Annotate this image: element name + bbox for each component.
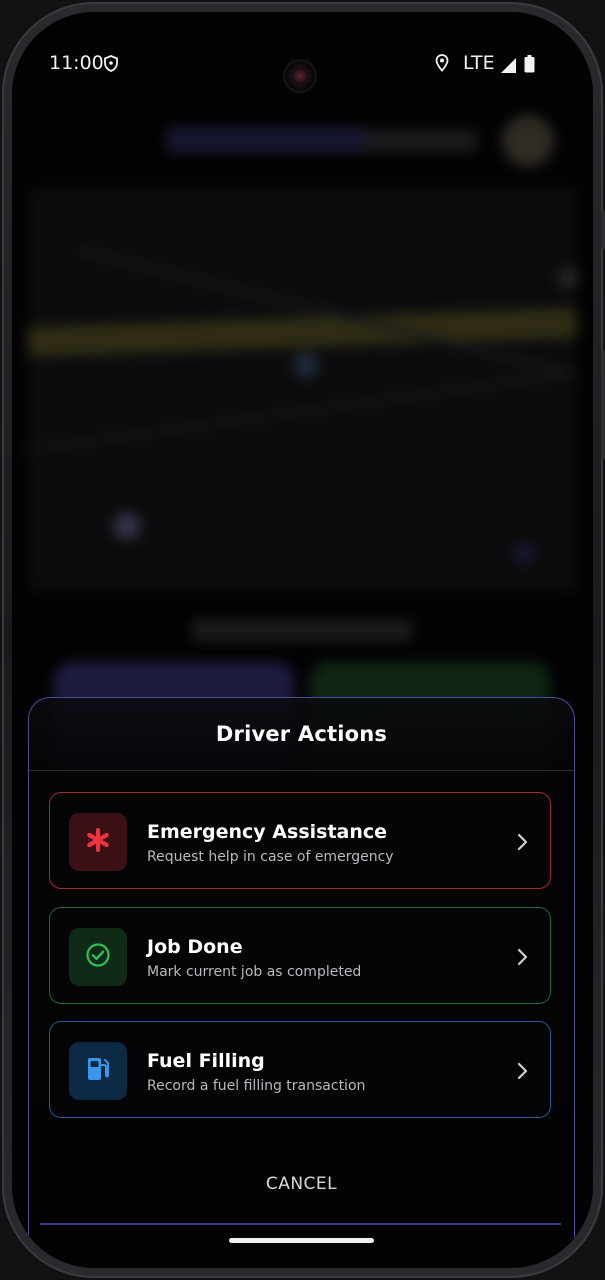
location-icon <box>435 54 449 76</box>
network-type: LTE <box>463 52 495 74</box>
fuel-filling-button[interactable]: Fuel Filling Record a fuel filling trans… <box>49 1021 551 1118</box>
chevron-right-icon <box>516 1062 528 1084</box>
sheet-title: Driver Actions <box>215 722 388 746</box>
sheet-header: Driver Actions <box>29 698 574 771</box>
bottom-divider <box>40 1223 561 1225</box>
action-subtitle: Mark current job as completed <box>147 964 362 980</box>
action-title: Fuel Filling <box>147 1050 265 1072</box>
battery-icon <box>524 55 535 77</box>
home-indicator[interactable] <box>229 1238 374 1243</box>
volume-button <box>601 350 605 460</box>
fuel-pump-icon <box>85 1055 111 1087</box>
check-circle-icon <box>85 942 111 972</box>
fuel-icon-box <box>69 1042 127 1100</box>
front-camera <box>285 61 315 91</box>
power-button <box>601 210 605 250</box>
status-time: 11:00 <box>49 52 104 74</box>
action-subtitle: Record a fuel filling transaction <box>147 1078 366 1094</box>
job-done-button[interactable]: Job Done Mark current job as completed <box>49 907 551 1004</box>
cancel-button[interactable]: CANCEL <box>229 1164 374 1204</box>
action-subtitle: Request help in case of emergency <box>147 849 394 865</box>
driver-actions-sheet: Driver Actions Emergency Assistance Requ… <box>28 697 575 1258</box>
action-title: Emergency Assistance <box>147 821 388 843</box>
action-title: Job Done <box>147 936 243 958</box>
emergency-icon-box <box>69 813 127 871</box>
signal-icon <box>499 57 517 78</box>
chevron-right-icon <box>516 948 528 970</box>
emergency-assistance-button[interactable]: Emergency Assistance Request help in cas… <box>49 792 551 889</box>
shield-icon <box>104 55 118 76</box>
chevron-right-icon <box>516 833 528 855</box>
phone-device: 11:00 LTE Driver Actions Emergency Assis… <box>0 0 605 1280</box>
job-done-icon-box <box>69 928 127 986</box>
status-bar: 11:00 LTE <box>12 12 593 112</box>
screen: 11:00 LTE Driver Actions Emergency Assis… <box>12 12 593 1268</box>
asterisk-icon <box>85 827 111 857</box>
